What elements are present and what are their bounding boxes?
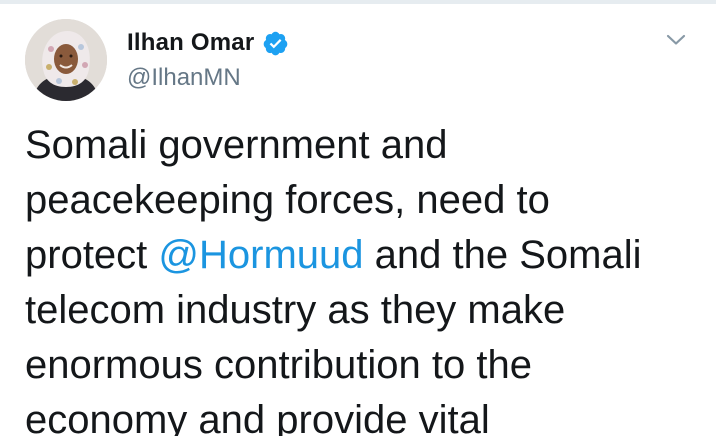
tweet-line: peacekeeping forces, need to: [25, 178, 550, 222]
avatar[interactable]: [25, 19, 107, 101]
tweet-line: telecom industry as they make: [25, 288, 566, 332]
tweet-line: Somali government and: [25, 123, 448, 167]
verified-badge-icon: [262, 30, 289, 57]
tweet-line: economy and provide vital: [25, 398, 490, 436]
top-divider: [0, 0, 716, 4]
tweet-line: protect @Hormuud and the Somali: [25, 228, 705, 283]
author-display-name[interactable]: Ilhan Omar: [127, 29, 254, 57]
author-handle[interactable]: @IlhanMN: [127, 64, 241, 92]
author-name-row: Ilhan Omar: [127, 27, 289, 59]
tweet-text: Somali government and peacekeeping force…: [25, 118, 705, 436]
tweet-line: enormous contribution to the: [25, 343, 532, 387]
avatar-image: [25, 19, 107, 101]
chevron-down-icon[interactable]: [664, 28, 688, 52]
tweet-text-segment: and the Somali: [363, 233, 642, 277]
mention-link[interactable]: @Hormuud: [158, 233, 363, 277]
tweet-text-segment: protect: [25, 233, 159, 277]
